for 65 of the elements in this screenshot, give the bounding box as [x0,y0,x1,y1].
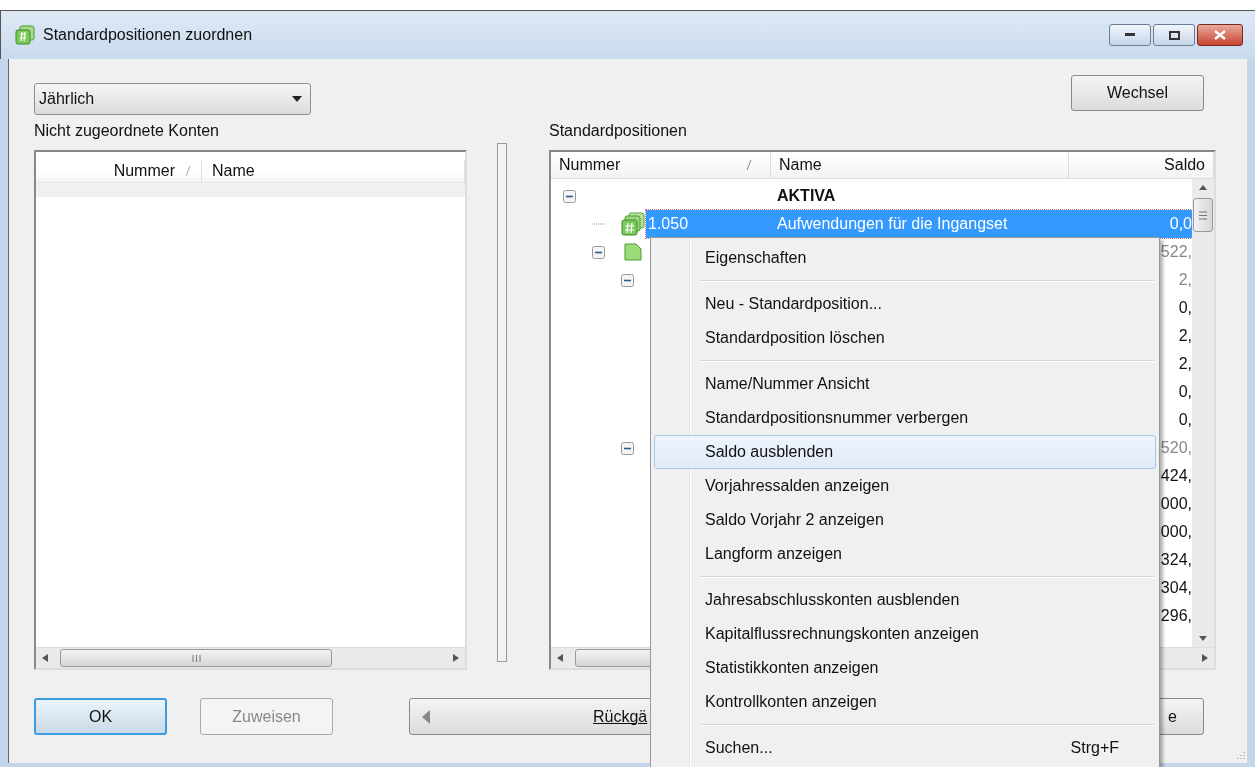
menu-item[interactable]: Name/Nummer Ansicht [654,367,1156,401]
tree-toggle-icon[interactable] [621,441,634,455]
tree-row[interactable]: AKTIVA [617,182,1192,210]
balance-cell-text: 296, [1159,607,1192,625]
menu-item[interactable]: Statistikkonten anzeigen [654,651,1156,685]
close-button[interactable] [1197,24,1243,46]
maximize-icon [1168,30,1180,40]
dropdown-arrow-icon [292,96,302,102]
scrollbar-thumb[interactable] [60,649,332,667]
menu-item[interactable]: Vorjahressalden anzeigen [654,469,1156,503]
column-header[interactable]: Nummer [36,160,202,182]
menu-item[interactable]: Kapitalflussrechnungskonten anzeigen [654,617,1156,651]
balance-cell-text: 2, [1177,271,1192,289]
app-icon [15,25,35,45]
horizontal-scrollbar[interactable] [36,647,465,668]
number-cell-text: 1.050 [647,215,690,233]
menu-item[interactable]: Jahresabschlusskonten ausblenden [654,583,1156,617]
name-cell-text: Aufwendungen für die Ingangset [776,215,1009,233]
panel-title: Nicht zugeordnete Konten [34,121,220,141]
sort-icon [185,165,191,177]
grip-icon [191,654,201,662]
balance-cell-text: 0,0 [1168,215,1192,233]
menu-item[interactable]: Neu - Standardposition... [654,287,1156,321]
tree-toggle-icon[interactable] [592,245,605,259]
name-cell-text: AKTIVA [776,187,837,205]
balance-cell-text: 000, [1159,495,1192,513]
page-icon [623,242,643,262]
tree-line [592,223,606,225]
vertical-scrollbar[interactable] [1192,179,1214,647]
column-header[interactable]: Name [771,152,1069,178]
menu-item[interactable]: Eigenschaften [654,241,1156,275]
scroll-down-icon [1199,636,1207,641]
window-title: Standardpositionen zuordnen [43,26,253,44]
minimize-button[interactable] [1109,24,1151,46]
menu-item[interactable]: Saldo ausblenden [654,435,1156,469]
menu-item[interactable]: Standardpositionsnummer verbergen [654,401,1156,435]
column-header[interactable]: Saldo [1069,152,1214,178]
panel-title: Standardpositionen [549,121,688,141]
menu-item[interactable]: Standardposition löschen [654,321,1156,355]
column-header[interactable]: Nummer [551,152,771,178]
left-arrow-icon [422,709,430,724]
balance-cell-text: 2, [1177,355,1192,373]
menu-item[interactable]: Langform anzeigen [654,537,1156,571]
scroll-right-icon [1202,654,1208,662]
sort-icon [746,159,752,171]
tree-toggle-icon[interactable] [563,189,576,203]
stacked-pages-icon [621,212,645,236]
minimize-icon [1125,33,1135,37]
column-header[interactable]: Name [202,160,465,182]
period-dropdown[interactable]: Jährlich [34,83,311,115]
tree-toggle-icon[interactable] [621,273,634,287]
scroll-left-icon [557,654,563,662]
maximize-button[interactable] [1153,24,1195,46]
scroll-left-icon [42,654,48,662]
account-list[interactable]: Nummer Name [34,150,467,670]
ok-button[interactable]: OK [34,698,167,735]
scroll-up-icon [1199,185,1207,190]
scroll-right-icon [453,654,459,662]
close-icon [1214,30,1226,40]
grip-icon [1199,210,1207,220]
switch-button[interactable]: Wechsel [1071,75,1204,111]
menu-item[interactable]: Saldo Vorjahr 2 anzeigen [654,503,1156,537]
resize-grip-icon [1235,751,1245,761]
scrollbar-thumb[interactable] [1193,198,1213,232]
splitter[interactable] [497,143,507,662]
